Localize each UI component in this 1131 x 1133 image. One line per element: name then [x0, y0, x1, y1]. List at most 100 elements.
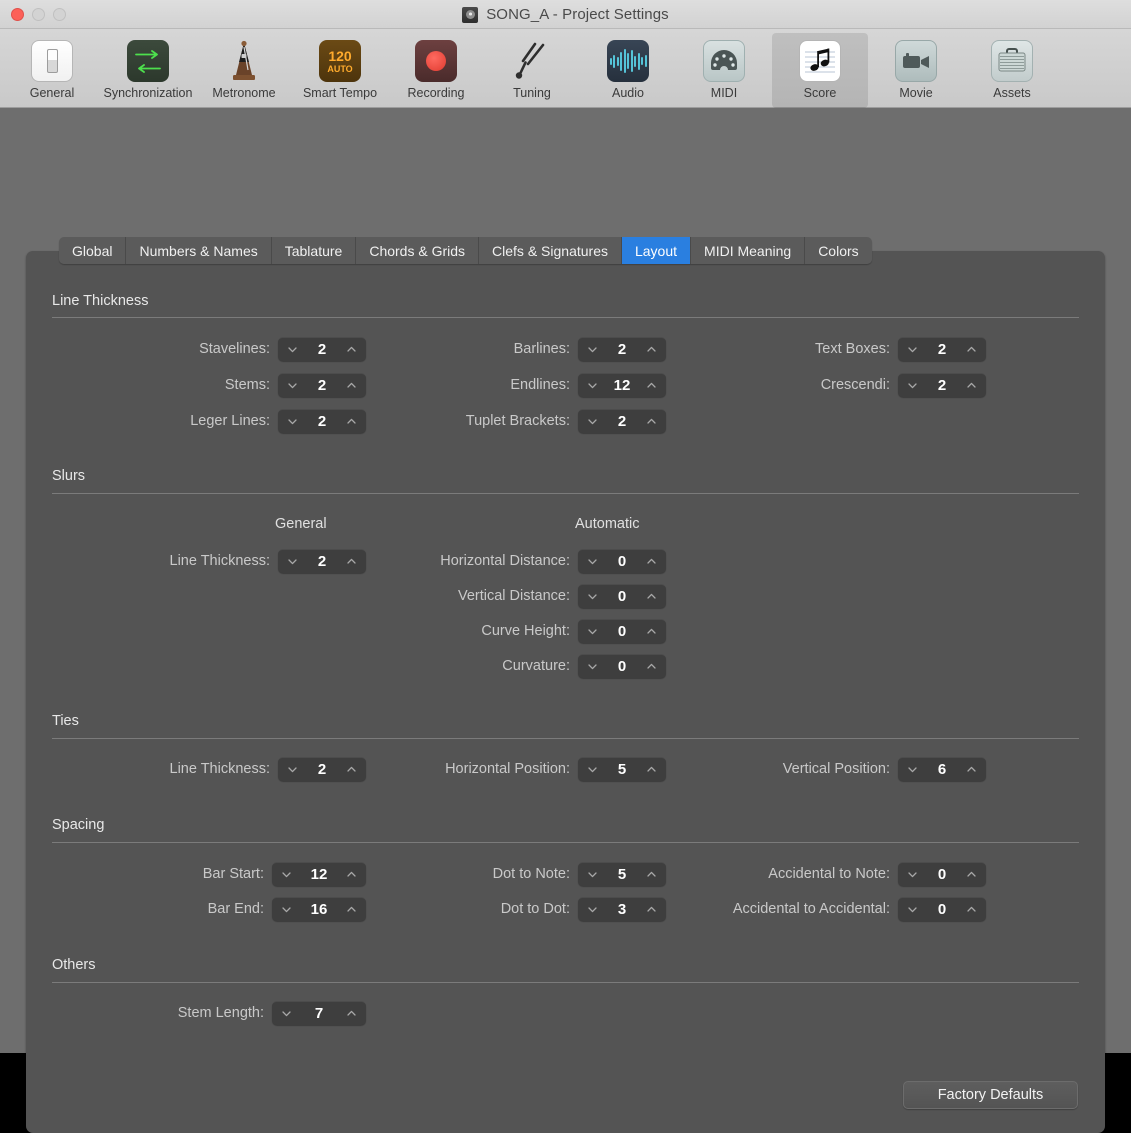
settings-tab-bar: Global Numbers & Names Tablature Chords … — [59, 237, 872, 264]
toolbar-label-movie: Movie — [899, 86, 933, 100]
chevron-up-icon[interactable] — [646, 591, 657, 602]
synchronization-arrows-icon — [126, 39, 170, 83]
toolbar-label-midi: MIDI — [710, 86, 738, 100]
factory-defaults-button[interactable]: Factory Defaults — [903, 1081, 1078, 1109]
label-stem-length: Stem Length: — [177, 1005, 264, 1021]
toolbar-label-score: Score — [803, 86, 837, 100]
toolbar-item-score[interactable]: Score — [772, 33, 868, 108]
toolbar-item-synchronization[interactable]: Synchronization — [100, 33, 196, 108]
chevron-down-icon[interactable] — [281, 904, 292, 915]
section-divider-slurs — [52, 493, 1079, 494]
field-text-boxes: Text Boxes: 2 — [626, 337, 986, 361]
stepper-stem-length[interactable]: 7 — [272, 1001, 366, 1025]
tab-tablature[interactable]: Tablature — [271, 237, 357, 264]
section-title-ties: Ties — [52, 713, 79, 729]
chevron-down-icon[interactable] — [587, 904, 598, 915]
tab-numbers-and-names[interactable]: Numbers & Names — [126, 237, 272, 264]
label-curvature: Curvature: — [502, 658, 570, 674]
general-switch-icon — [30, 39, 74, 83]
chevron-up-icon[interactable] — [966, 380, 977, 391]
toolbar-item-assets[interactable]: Assets — [964, 33, 1060, 108]
smart-tempo-mode: AUTO — [327, 63, 353, 74]
stepper-text-boxes[interactable]: 2 — [898, 337, 986, 361]
chevron-down-icon[interactable] — [907, 764, 918, 775]
field-vertical-distance: Vertical Distance: 0 — [306, 584, 666, 608]
column-header-automatic: Automatic — [575, 516, 640, 532]
settings-body: Line Thickness Stavelines: 2 Stems: 2 Le… — [0, 108, 1131, 1133]
chevron-down-icon[interactable] — [587, 344, 598, 355]
window-titlebar: SONG_A - Project Settings — [0, 0, 1131, 29]
tab-chords-and-grids[interactable]: Chords & Grids — [356, 237, 480, 264]
chevron-down-icon[interactable] — [587, 661, 598, 672]
chevron-down-icon[interactable] — [587, 556, 598, 567]
stepper-accidental-to-note[interactable]: 0 — [898, 862, 986, 886]
toolbar-item-audio[interactable]: Audio — [580, 33, 676, 108]
toolbar-item-tuning[interactable]: Tuning — [484, 33, 580, 108]
chevron-up-icon[interactable] — [646, 556, 657, 567]
chevron-up-icon[interactable] — [646, 416, 657, 427]
chevron-up-icon[interactable] — [966, 764, 977, 775]
chevron-down-icon[interactable] — [587, 591, 598, 602]
chevron-down-icon[interactable] — [587, 380, 598, 391]
chevron-down-icon[interactable] — [287, 764, 298, 775]
chevron-down-icon[interactable] — [907, 904, 918, 915]
stepper-ties-vertical-position[interactable]: 6 — [898, 757, 986, 781]
chevron-down-icon[interactable] — [287, 416, 298, 427]
toolbar-item-general[interactable]: General — [4, 33, 100, 108]
stepper-crescendi[interactable]: 2 — [898, 373, 986, 397]
field-stem-length: Stem Length: 7 — [150, 1001, 366, 1025]
field-horizontal-distance: Horizontal Distance: 0 — [306, 549, 666, 573]
chevron-down-icon[interactable] — [587, 416, 598, 427]
label-bar-end: Bar End: — [207, 901, 264, 917]
chevron-down-icon[interactable] — [287, 556, 298, 567]
toolbar-item-recording[interactable]: Recording — [388, 33, 484, 108]
window-title: SONG_A - Project Settings — [486, 6, 669, 23]
smart-tempo-icon: 120 AUTO — [318, 39, 362, 83]
toolbar-item-movie[interactable]: Movie — [868, 33, 964, 108]
chevron-down-icon[interactable] — [907, 344, 918, 355]
chevron-down-icon[interactable] — [287, 344, 298, 355]
label-tuplet-brackets: Tuplet Brackets: — [465, 413, 570, 429]
field-accidental-to-note: Accidental to Note: 0 — [626, 862, 986, 886]
chevron-up-icon[interactable] — [966, 904, 977, 915]
chevron-down-icon[interactable] — [907, 869, 918, 880]
stepper-horizontal-distance[interactable]: 0 — [578, 549, 666, 573]
stepper-curve-height[interactable]: 0 — [578, 619, 666, 643]
section-title-others: Others — [52, 957, 96, 973]
tab-colors[interactable]: Colors — [805, 237, 872, 264]
chevron-down-icon[interactable] — [281, 869, 292, 880]
tab-global[interactable]: Global — [59, 237, 127, 264]
chevron-up-icon[interactable] — [646, 626, 657, 637]
chevron-down-icon[interactable] — [287, 380, 298, 391]
window-title-group: SONG_A - Project Settings — [0, 0, 1131, 29]
stepper-tuplet-brackets[interactable]: 2 — [578, 409, 666, 433]
toolbar-item-metronome[interactable]: Metronome — [196, 33, 292, 108]
layout-settings-panel: Line Thickness Stavelines: 2 Stems: 2 Le… — [26, 251, 1105, 1133]
chevron-up-icon[interactable] — [966, 869, 977, 880]
tab-midi-meaning[interactable]: MIDI Meaning — [691, 237, 806, 264]
chevron-down-icon[interactable] — [907, 380, 918, 391]
toolbar-item-midi[interactable]: MIDI — [676, 33, 772, 108]
settings-toolbar: General Synchronization Metronome 120 AU… — [0, 29, 1131, 108]
toolbar-label-assets: Assets — [993, 86, 1031, 100]
chevron-up-icon[interactable] — [966, 344, 977, 355]
chevron-up-icon[interactable] — [646, 661, 657, 672]
chevron-down-icon[interactable] — [281, 1008, 292, 1019]
midi-port-icon — [702, 39, 746, 83]
value-accidental-to-accidental: 0 — [937, 901, 947, 918]
value-accidental-to-note: 0 — [937, 866, 947, 883]
chevron-down-icon[interactable] — [587, 869, 598, 880]
chevron-down-icon[interactable] — [587, 626, 598, 637]
column-header-general: General — [275, 516, 327, 532]
value-curve-height: 0 — [617, 623, 627, 640]
tab-layout[interactable]: Layout — [621, 237, 692, 264]
chevron-down-icon[interactable] — [587, 764, 598, 775]
chevron-up-icon[interactable] — [346, 1008, 357, 1019]
stepper-accidental-to-accidental[interactable]: 0 — [898, 897, 986, 921]
tab-clefs-and-signatures[interactable]: Clefs & Signatures — [479, 237, 622, 264]
toolbar-label-audio: Audio — [612, 86, 644, 100]
stepper-curvature[interactable]: 0 — [578, 654, 666, 678]
stepper-vertical-distance[interactable]: 0 — [578, 584, 666, 608]
toolbar-label-recording: Recording — [407, 86, 465, 100]
toolbar-item-smart-tempo[interactable]: 120 AUTO Smart Tempo — [292, 33, 388, 108]
